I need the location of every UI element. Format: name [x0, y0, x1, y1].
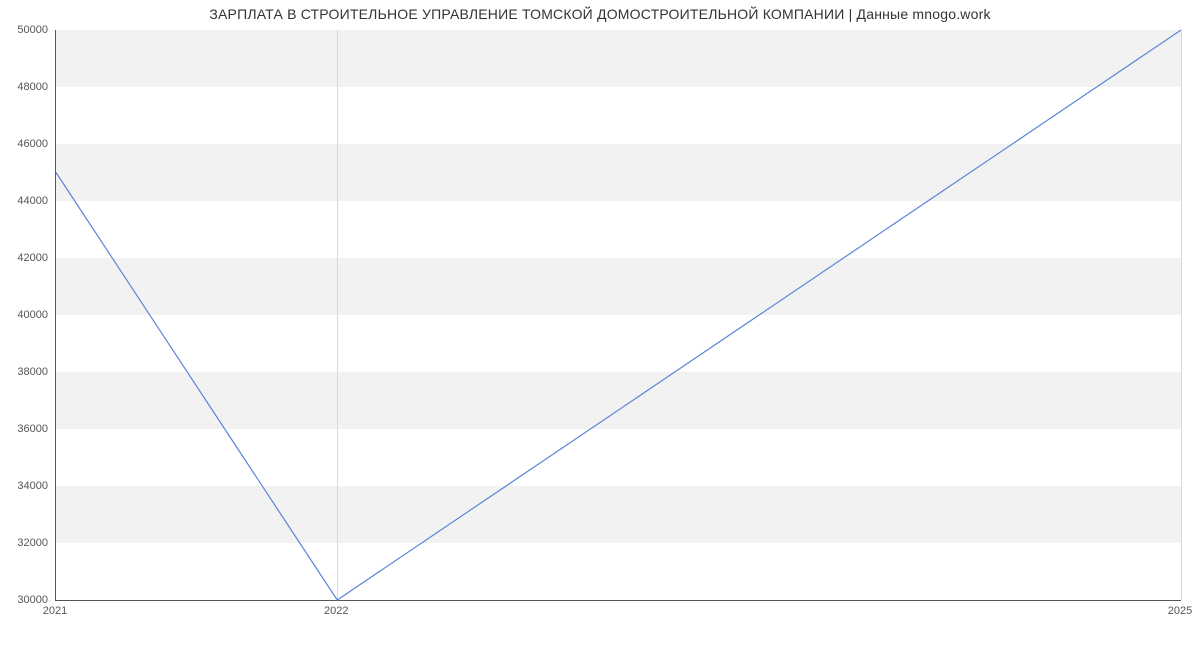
y-tick-label: 36000 [2, 423, 48, 435]
y-tick-label: 30000 [2, 594, 48, 606]
data-line [56, 30, 1181, 600]
y-tick-label: 38000 [2, 366, 48, 378]
chart-title: ЗАРПЛАТА В СТРОИТЕЛЬНОЕ УПРАВЛЕНИЕ ТОМСК… [0, 6, 1200, 22]
y-tick-label: 34000 [2, 480, 48, 492]
y-tick-label: 46000 [2, 138, 48, 150]
plot-area [55, 30, 1181, 601]
y-tick-label: 32000 [2, 537, 48, 549]
x-tick-label: 2022 [324, 605, 348, 617]
y-tick-label: 40000 [2, 309, 48, 321]
x-tick-label: 2025 [1168, 605, 1192, 617]
grid-line-vertical [1181, 30, 1182, 600]
y-tick-label: 50000 [2, 24, 48, 36]
x-tick-label: 2021 [43, 605, 67, 617]
y-tick-label: 44000 [2, 195, 48, 207]
y-tick-label: 48000 [2, 81, 48, 93]
y-tick-label: 42000 [2, 252, 48, 264]
chart-container: ЗАРПЛАТА В СТРОИТЕЛЬНОЕ УПРАВЛЕНИЕ ТОМСК… [0, 0, 1200, 650]
line-series [56, 30, 1181, 600]
